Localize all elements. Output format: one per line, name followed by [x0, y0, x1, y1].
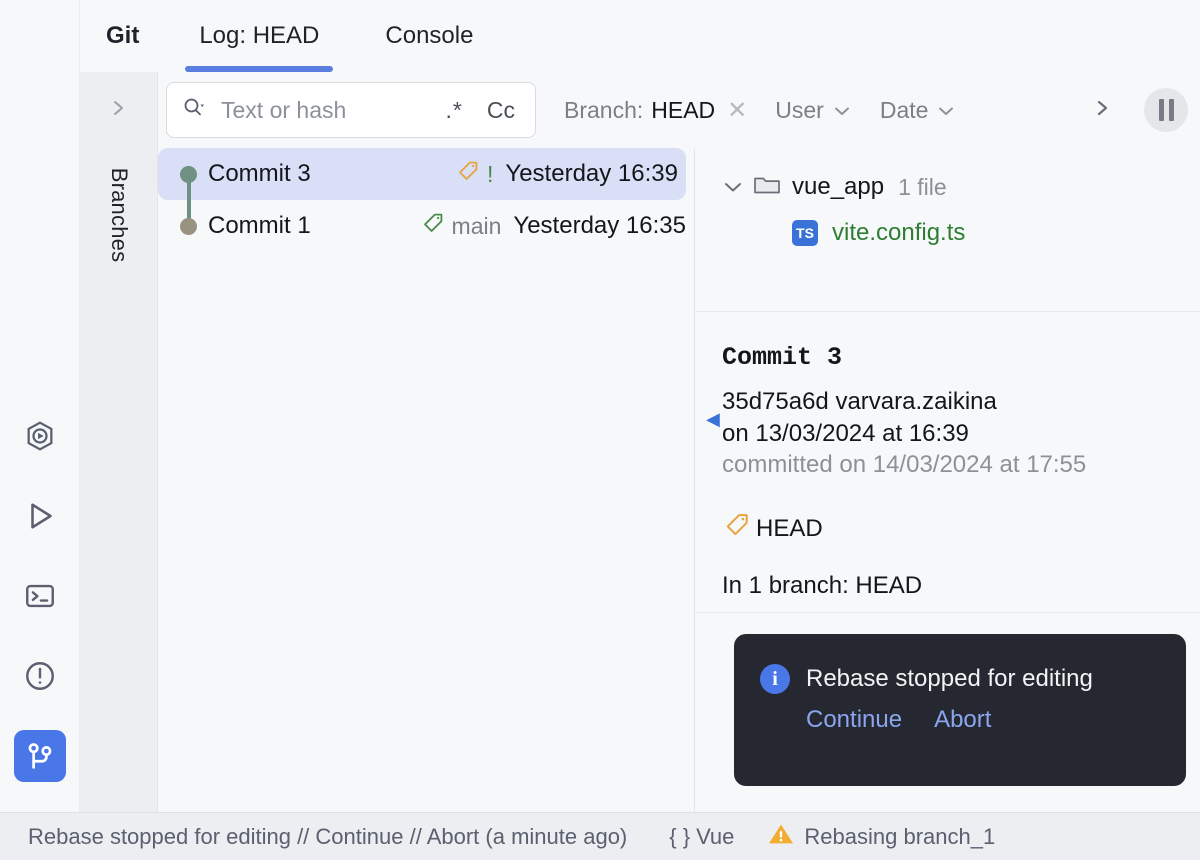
braces-icon: { } [669, 824, 690, 850]
details-branch-line: In 1 branch: HEAD [722, 572, 1200, 600]
pause-icon[interactable] [1144, 88, 1188, 132]
info-icon: i [760, 664, 790, 694]
commit-refs: ! [455, 159, 493, 190]
details-head-label: HEAD [756, 515, 823, 543]
close-icon[interactable]: ✕ [727, 96, 747, 125]
graph-dot [180, 166, 197, 183]
filter-branch-prefix: Branch: [564, 97, 643, 124]
tab-console-label: Console [385, 22, 473, 50]
folder-name: vue_app [792, 173, 884, 201]
typescript-file-icon: TS [792, 220, 818, 246]
status-rebase[interactable]: Rebasing branch_1 [768, 822, 995, 852]
expand-toolbar-icon[interactable] [1092, 93, 1114, 128]
activity-bar [0, 0, 80, 812]
changed-files-tree: vue_app 1 file TS vite.config.ts [696, 148, 1200, 312]
tab-log-head-label: Log: HEAD [199, 22, 319, 50]
status-framework-label: Vue [696, 824, 734, 850]
tree-file-row[interactable]: TS vite.config.ts [696, 210, 1200, 256]
commit-list: Commit 3 ! Yesterday 16:39 Commit 1 [158, 148, 695, 812]
table-row[interactable]: Commit 3 ! Yesterday 16:39 [158, 148, 686, 200]
graph-dot [180, 218, 197, 235]
search-input[interactable]: Text or hash .* Cc [166, 82, 536, 138]
filter-date-label: Date [880, 97, 929, 124]
folder-file-count: 1 file [898, 174, 947, 201]
tag-icon-green [420, 211, 446, 242]
table-row[interactable]: Commit 1 main Yesterday 16:35 [158, 200, 694, 252]
details-committed-date: committed on 14/03/2024 at 17:55 [722, 451, 1200, 479]
chevron-down-icon [832, 97, 852, 124]
search-dropdown-icon[interactable] [181, 95, 207, 126]
notification-continue-link[interactable]: Continue [806, 706, 902, 734]
branches-panel-collapsed[interactable]: Branches [80, 72, 158, 812]
pause-bar-right [1169, 99, 1174, 121]
folder-icon [752, 172, 782, 203]
status-bar: Rebase stopped for editing // Continue /… [0, 812, 1200, 860]
notification-balloon: i Rebase stopped for editing Continue Ab… [734, 634, 1186, 786]
commit-graph-cell [172, 148, 208, 200]
chevron-right-icon[interactable] [109, 94, 129, 127]
details-hash: 35d75a6d [722, 388, 829, 415]
regex-toggle[interactable]: .* [440, 97, 469, 124]
status-message[interactable]: Rebase stopped for editing // Continue /… [28, 824, 627, 850]
commit-subject: Commit 3 [208, 160, 311, 188]
problems-icon[interactable] [14, 650, 66, 702]
run-icon[interactable] [14, 490, 66, 542]
branches-label: Branches [106, 168, 132, 263]
filter-branch-value: HEAD [651, 97, 715, 124]
log-filter-toolbar: Text or hash .* Cc Branch: HEAD ✕ User D… [158, 72, 1200, 148]
chevron-down-icon[interactable] [722, 179, 752, 195]
file-name: vite.config.ts [832, 219, 965, 247]
commit-date: Yesterday 16:39 [505, 160, 678, 188]
details-subject: Commit 3 [722, 343, 1200, 372]
match-case-toggle[interactable]: Cc [481, 97, 521, 124]
tool-window-title: Git [106, 22, 139, 50]
terminal-icon[interactable] [14, 570, 66, 622]
tab-log-head[interactable]: Log: HEAD [185, 0, 333, 72]
notification-abort-link[interactable]: Abort [934, 706, 991, 734]
details-marker-icon: ◀ [706, 409, 720, 430]
details-author: varvara.zaikina [835, 388, 996, 415]
commit-graph-cell [172, 200, 208, 252]
details-head-tag: HEAD [722, 511, 1200, 546]
commit-subject: Commit 1 [208, 212, 311, 240]
commit-ref-label: main [452, 213, 502, 240]
filter-user[interactable]: User [775, 97, 852, 124]
chevron-down-icon [936, 97, 956, 124]
tree-folder-row[interactable]: vue_app 1 file [696, 164, 1200, 210]
commit-details-panel: ◀ Commit 3 35d75a6d varvara.zaikina on 1… [696, 313, 1200, 613]
commit-ref-label: ! [487, 161, 493, 188]
pause-bar-left [1159, 99, 1164, 121]
tag-icon-orange [455, 159, 481, 190]
filter-date[interactable]: Date [880, 97, 957, 124]
tab-console[interactable]: Console [371, 0, 487, 72]
details-authored-date: on 13/03/2024 at 16:39 [722, 418, 1200, 450]
tag-icon-orange [722, 511, 752, 546]
filter-branch[interactable]: Branch: HEAD ✕ [564, 96, 747, 125]
filter-user-label: User [775, 97, 824, 124]
tab-bar: Git Log: HEAD Console [80, 0, 1200, 72]
commit-refs: main [420, 211, 502, 242]
notification-title: Rebase stopped for editing [806, 665, 1093, 693]
warning-triangle-icon [768, 822, 794, 852]
git-icon[interactable] [14, 730, 66, 782]
details-author-line: 35d75a6d varvara.zaikina [722, 386, 1200, 418]
commit-date: Yesterday 16:35 [513, 212, 686, 240]
git-tool-window: Branches Git Log: HEAD Console Text or h… [0, 0, 1200, 860]
services-icon[interactable] [14, 410, 66, 462]
status-framework[interactable]: { } Vue [669, 824, 734, 850]
status-rebase-label: Rebasing branch_1 [804, 824, 995, 850]
search-placeholder: Text or hash [221, 97, 440, 124]
